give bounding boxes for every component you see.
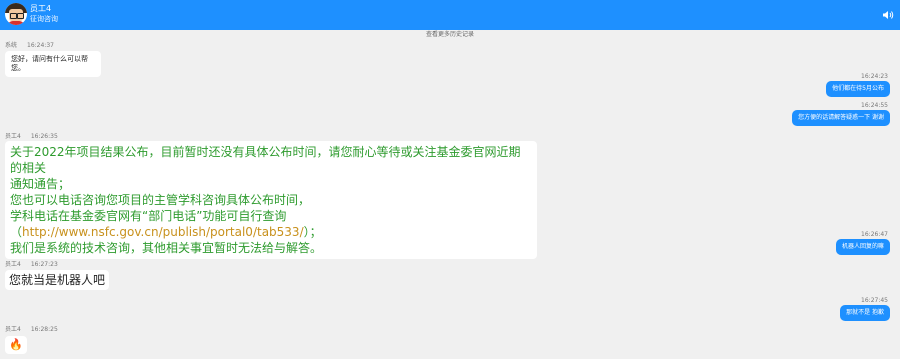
message-text: 那就不是 抱歉 [846, 309, 884, 316]
sender-name: 员工4 [5, 261, 21, 268]
user-message-bubble: 您方便的话请解答疑惑一下 谢谢 [792, 110, 890, 126]
message-time: 16:27:45 [861, 297, 888, 304]
sender-name: 员工4 [5, 326, 21, 333]
message-line: 我们是系统的技术咨询，其他相关事宜暂时无法给与解答。 [10, 241, 323, 255]
sender-name: 员工4 [5, 133, 21, 140]
message-text: 您方便的话请解答疑惑一下 谢谢 [798, 114, 884, 121]
message-text: ）； [303, 225, 322, 239]
agent-message-bubble: 关于2022年项目结果公布，目前暂时还没有具体公布时间，请您耐心等待或关注基金委… [5, 141, 537, 259]
user-message-bubble: 机器人回复的嘛 [835, 239, 890, 255]
speaker-icon[interactable] [882, 10, 894, 20]
message-time: 16:28:25 [30, 326, 58, 333]
message-time: 16:26:35 [30, 133, 58, 140]
message-line: 学科电话在基金委官网有“部门电话”功能可自行查询（http://www.nsfc… [10, 208, 532, 240]
view-history-link[interactable]: 查看更多历史记录 [0, 31, 900, 39]
message-time: 16:27:23 [30, 261, 58, 268]
message-time: 16:24:37 [27, 42, 54, 49]
message-text: 您好，请问有什么可以帮您。 [11, 55, 88, 72]
message-text: 机器人回复的嘛 [841, 243, 884, 250]
agent-message-bubble: 您好，请问有什么可以帮您。 [5, 51, 101, 77]
message-line: 您也可以电话咨询您项目的主管学科咨询具体公布时间， [10, 193, 311, 207]
agent-name: 员工4 [30, 4, 52, 13]
message-meta: 员工4 16:27:23 [5, 261, 58, 268]
message-text: 您就当是机器人吧 [9, 273, 106, 287]
fire-emoji-icon: 🔥 [9, 338, 23, 351]
nsfc-link[interactable]: http://www.nsfc.gov.cn/publish/portal0/t… [22, 225, 304, 239]
user-message-bubble: 那就不是 抱歉 [840, 305, 890, 321]
message-text: 他们都在待5月公布 [832, 85, 884, 92]
chat-header: 员工4 征询咨询 [0, 0, 900, 30]
agent-message-bubble: 您就当是机器人吧 [5, 270, 110, 290]
agent-status: 征询咨询 [30, 15, 58, 23]
message-time: 16:26:47 [861, 231, 888, 238]
message-meta: 员工4 16:26:35 [5, 133, 58, 140]
agent-message-bubble: 🔥 [5, 336, 27, 354]
agent-avatar[interactable] [5, 3, 27, 25]
sender-name: 系统 [5, 42, 18, 49]
message-line: 通知通告； [10, 177, 71, 191]
message-time: 16:24:55 [861, 102, 888, 109]
message-meta: 员工4 16:28:25 [5, 326, 58, 333]
message-time: 16:24:23 [861, 73, 888, 80]
message-meta: 系统 16:24:37 [5, 42, 54, 49]
user-message-bubble: 他们都在待5月公布 [826, 81, 890, 97]
message-line: 关于2022年项目结果公布，目前暂时还没有具体公布时间，请您耐心等待或关注基金委… [10, 145, 521, 175]
